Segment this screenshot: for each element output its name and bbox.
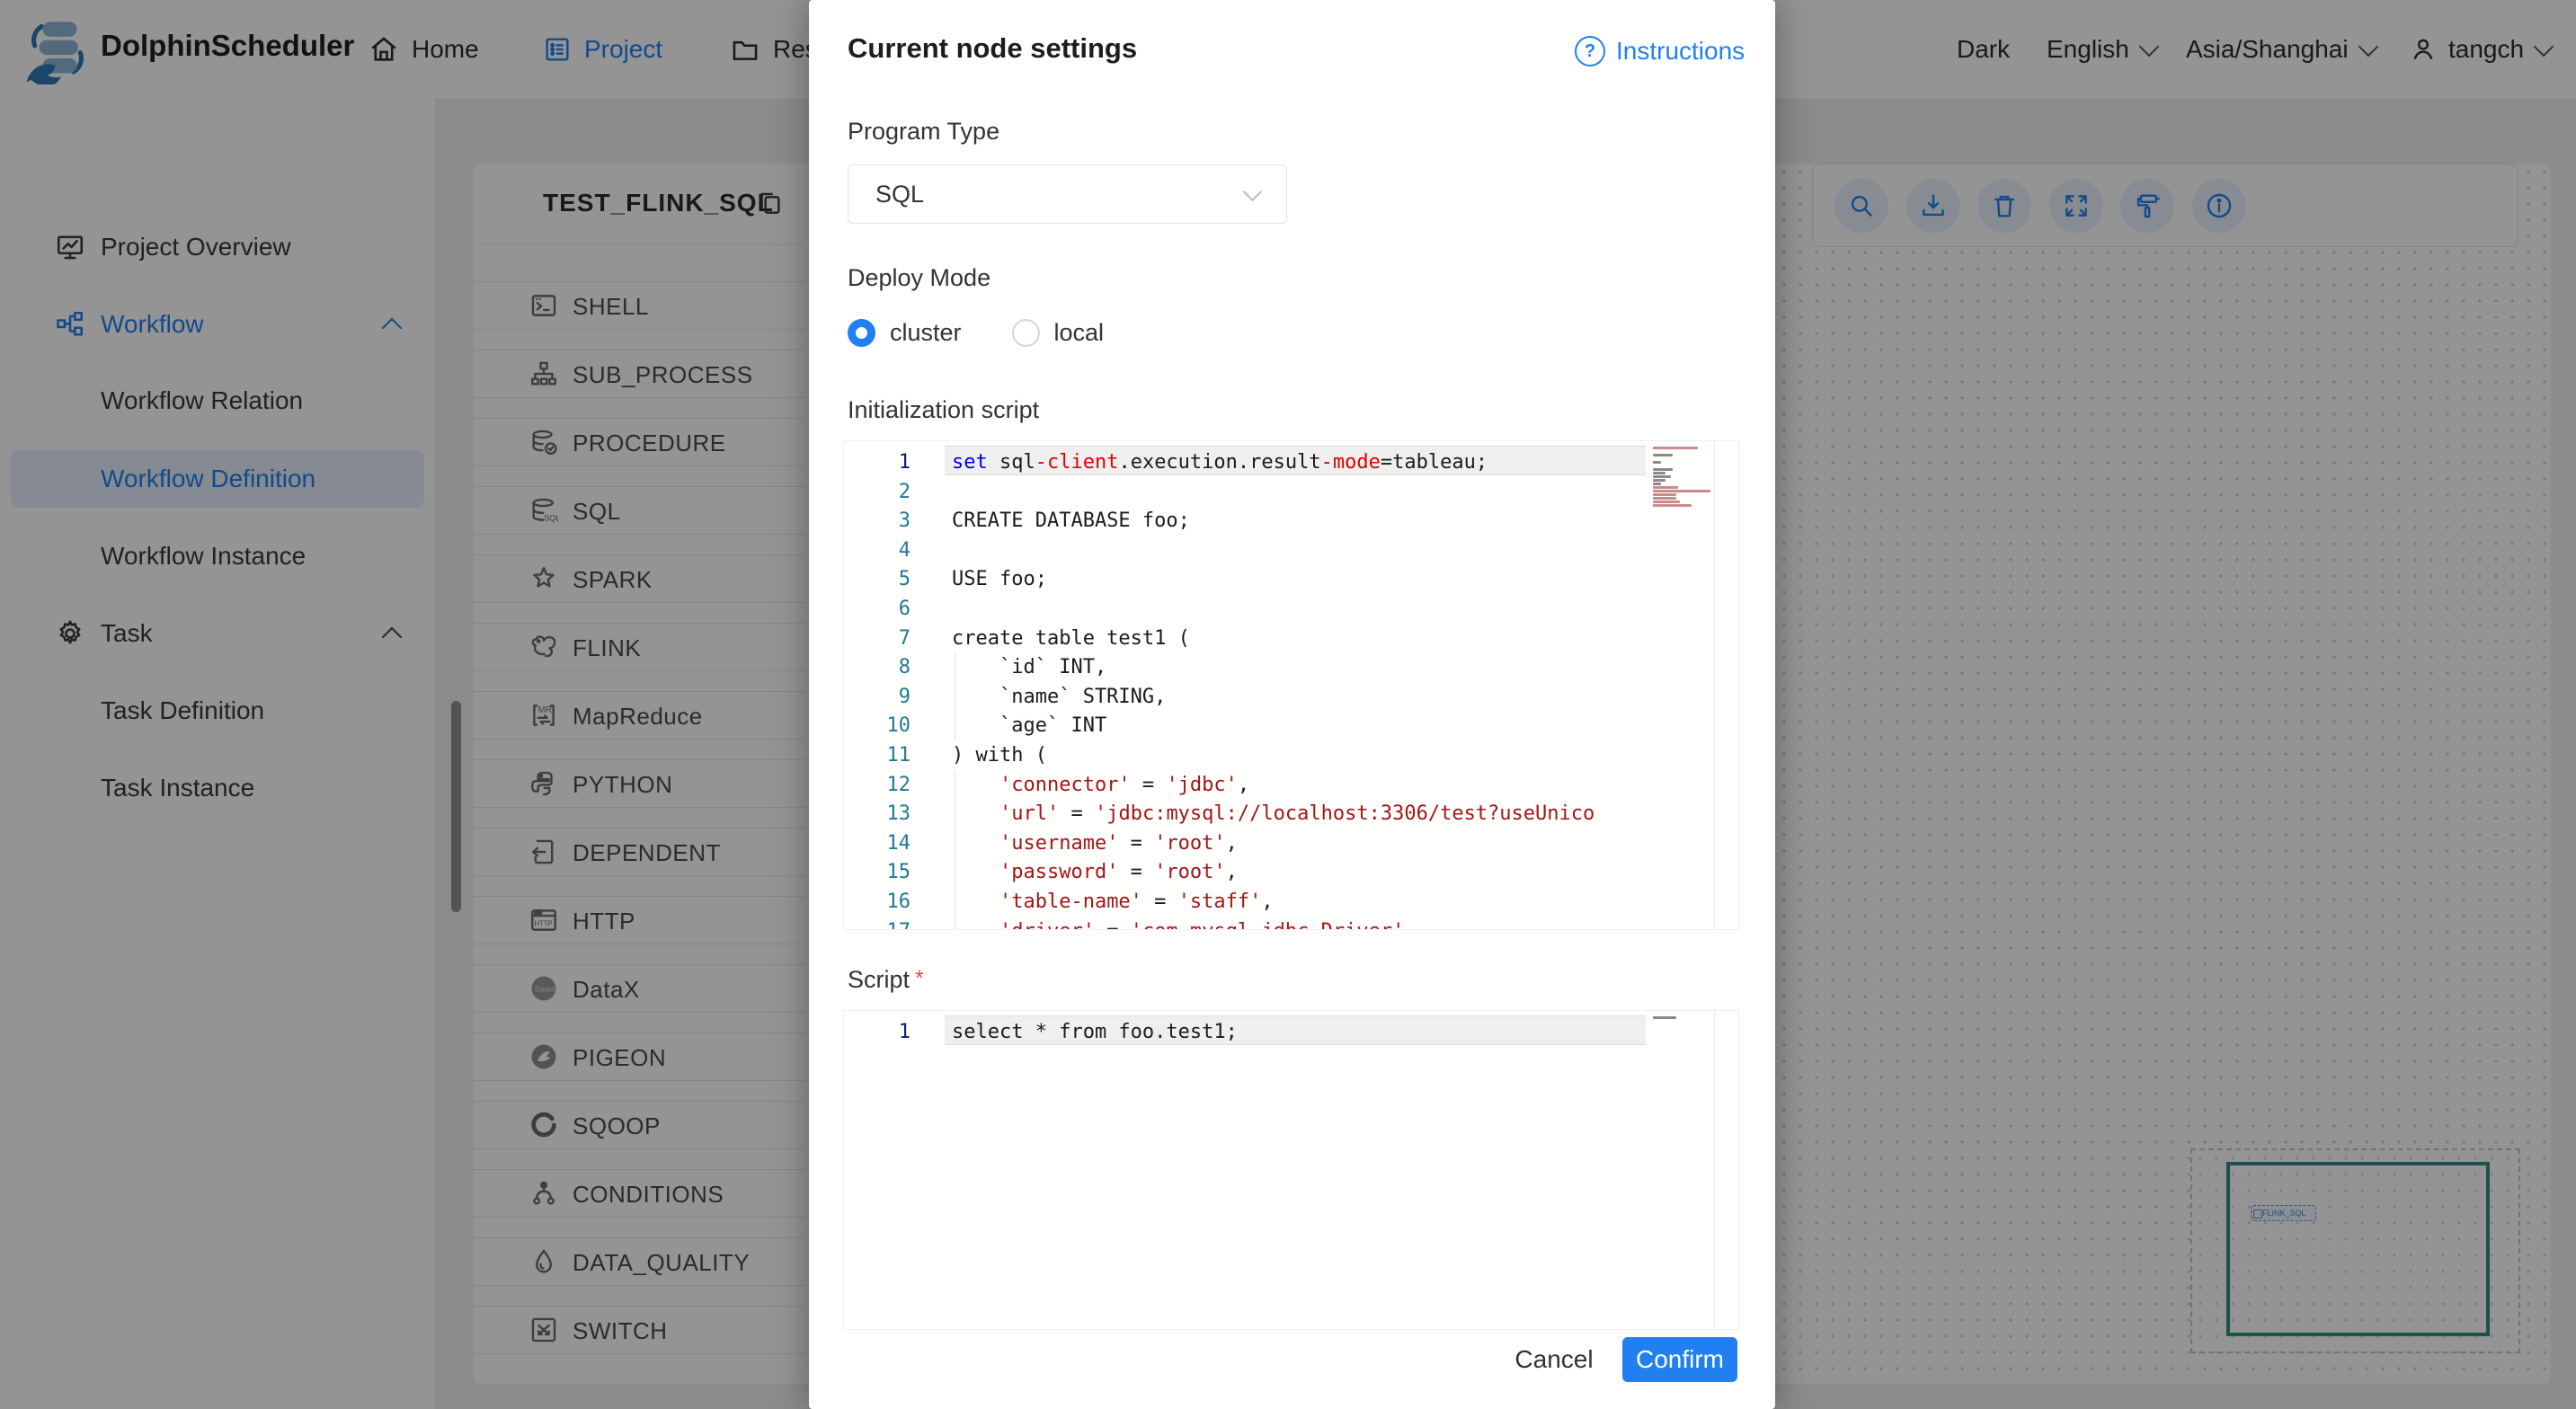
line-number: 7: [898, 626, 910, 650]
code-line: 'table-name' = 'staff',: [999, 891, 1274, 913]
line-number: 3: [898, 510, 910, 533]
program-type-select[interactable]: SQL: [848, 164, 1287, 224]
node-settings-modal: Current node settings ? Instructions Pro…: [809, 0, 1775, 1409]
code-line: 'password' = 'root',: [999, 861, 1238, 884]
editor-scrollbar-divider: [1714, 441, 1715, 929]
line-number: 4: [898, 538, 910, 562]
line-number: 16: [886, 891, 911, 913]
script-editor[interactable]: 1 select * from foo.test1;: [843, 1010, 1739, 1330]
script-label: Script *: [848, 966, 924, 993]
app-screen: DolphinScheduler Home Project Re Dark En…: [0, 0, 2576, 1409]
radio-local[interactable]: [1011, 318, 1040, 347]
line-number: 15: [886, 861, 911, 884]
line-number: 12: [886, 773, 911, 796]
radio-local-label[interactable]: local: [1054, 319, 1105, 347]
code-line: `id` INT,: [952, 656, 1107, 679]
line-number: 11: [886, 744, 911, 767]
code-line: select * from foo.test1;: [952, 1021, 1238, 1043]
confirm-button[interactable]: Confirm: [1622, 1337, 1737, 1382]
radio-cluster-label[interactable]: cluster: [890, 319, 962, 347]
code-line: create table test1 (: [952, 626, 1190, 650]
program-type-label: Program Type: [848, 118, 1000, 145]
code-line: CREATE DATABASE foo;: [952, 510, 1190, 533]
code-line: ) with (: [952, 744, 1047, 767]
radio-cluster[interactable]: [848, 318, 875, 347]
line-number: 1: [898, 451, 910, 474]
init-script-label: Initialization script: [848, 396, 1040, 423]
editor-scrollbar-divider: [1714, 1011, 1715, 1329]
code-line: set sql-client.execution.result-mode=tab…: [952, 451, 1488, 474]
code-line: 'driver' = 'com.mysql.jdbc.Driver',: [952, 917, 1595, 929]
code-line: `age` INT: [952, 714, 1107, 738]
line-number: 14: [886, 831, 911, 855]
code-line: USE foo;: [952, 568, 1047, 591]
line-number: 17: [844, 917, 911, 929]
cancel-button[interactable]: Cancel: [1501, 1337, 1607, 1382]
line-number: 5: [898, 568, 910, 591]
modal-title: Current node settings: [848, 32, 1138, 64]
line-number: 2: [898, 480, 910, 503]
line-number: 9: [898, 685, 910, 708]
init-script-editor[interactable]: 1 set sql-client.execution.result-mode=ta…: [843, 440, 1739, 930]
line-number: 10: [886, 714, 911, 738]
code-line: 'url' = 'jdbc:mysql://localhost:3306/tes…: [999, 802, 1595, 826]
chevron-down-icon: [1242, 182, 1263, 202]
deploy-mode-radio-group: cluster local: [848, 316, 1154, 349]
code-line: 'username' = 'root',: [999, 831, 1238, 855]
line-number: 8: [898, 656, 910, 679]
question-circle-icon: ?: [1575, 36, 1605, 66]
program-type-value: SQL: [875, 181, 925, 208]
instructions-link[interactable]: ? Instructions: [1575, 36, 1745, 66]
line-number: 6: [898, 598, 910, 620]
deploy-mode-label: Deploy Mode: [848, 264, 991, 291]
code-line: 'connector' = 'jdbc',: [999, 773, 1250, 796]
code-line: `name` STRING,: [952, 685, 1167, 708]
line-number: 1: [898, 1021, 910, 1043]
line-number: 13: [886, 802, 911, 826]
required-asterisk: *: [915, 966, 924, 991]
